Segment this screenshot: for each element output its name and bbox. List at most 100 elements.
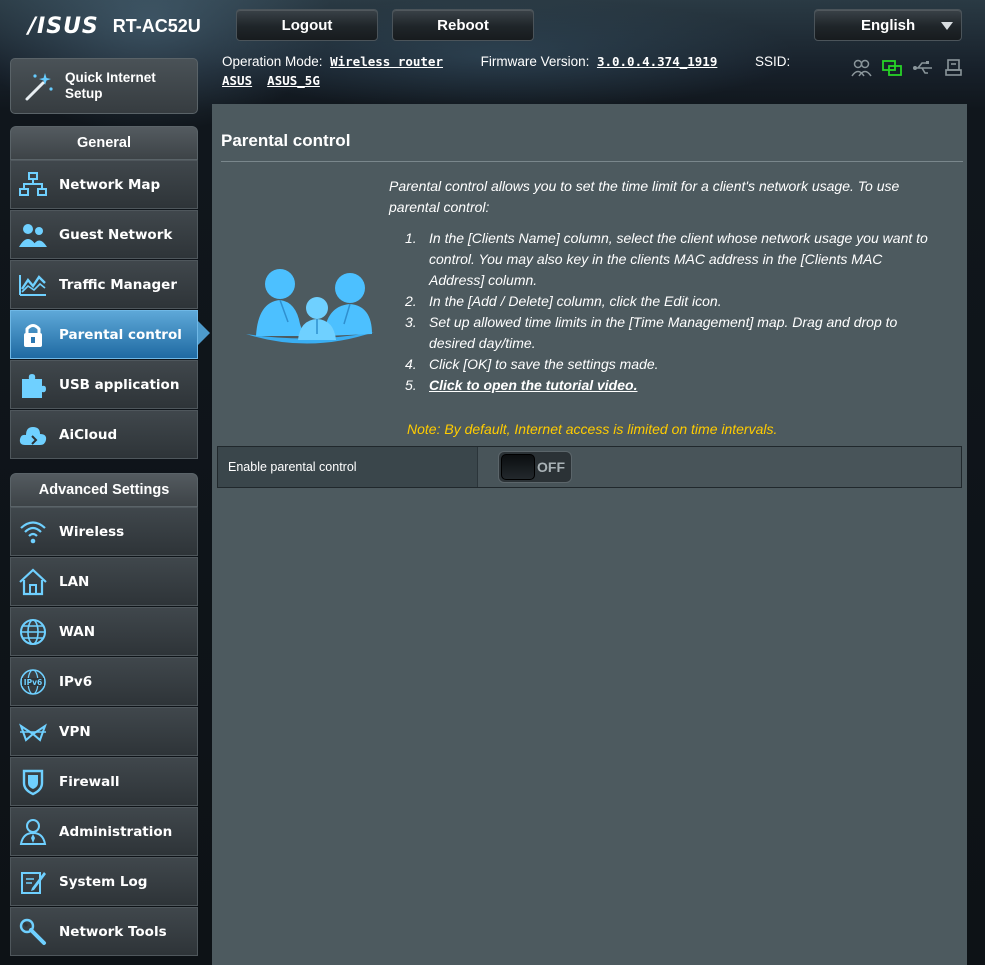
sidebar-item-vpn[interactable]: VPN xyxy=(10,707,198,756)
list-item: 1. In the [Clients Name] column, select t… xyxy=(389,228,939,291)
sidebar-item-lan[interactable]: LAN xyxy=(10,557,198,606)
firmware-link[interactable]: 3.0.0.4.374_1919 xyxy=(597,54,717,69)
logo: /ISUS RT-AC52U xyxy=(28,13,201,39)
step-text: In the [Clients Name] column, select the… xyxy=(429,230,928,288)
intro-text: Parental control allows you to set the t… xyxy=(389,178,900,215)
admin-icon xyxy=(16,815,50,849)
note-text: Note: By default, Internet access is lim… xyxy=(407,421,778,437)
log-icon xyxy=(16,865,50,899)
lock-icon xyxy=(16,318,50,352)
description: Parental control allows you to set the t… xyxy=(389,176,939,396)
sidebar-item-label: Network Map xyxy=(59,176,161,193)
enable-parental-control-label: Enable parental control xyxy=(218,447,478,487)
puzzle-icon xyxy=(16,368,50,402)
step-number: 1. xyxy=(405,230,417,246)
chevron-down-icon xyxy=(941,22,953,30)
traffic-manager-icon xyxy=(16,268,50,302)
sidebar-item-label: Wireless xyxy=(59,523,125,540)
sidebar-item-label: Guest Network xyxy=(59,226,173,243)
active-item-indicator xyxy=(198,321,210,345)
home-icon xyxy=(16,565,50,599)
enable-parental-control-row: Enable parental control OFF xyxy=(217,446,962,488)
status-bar: Operation Mode: Wireless router Firmware… xyxy=(222,52,842,90)
step-text: Click [OK] to save the settings made. xyxy=(429,356,659,372)
guest-network-icon xyxy=(16,218,50,252)
model-name: RT-AC52U xyxy=(112,15,201,36)
sidebar-item-firewall[interactable]: Firewall xyxy=(10,757,198,806)
parental-control-toggle[interactable]: OFF xyxy=(498,451,572,483)
quick-internet-setup-label: Quick Internet Setup xyxy=(65,70,156,101)
sidebar-item-label: LAN xyxy=(59,573,90,590)
list-item: 5. Click to open the tutorial video. xyxy=(389,375,939,396)
advanced-settings-section-header: Advanced Settings xyxy=(10,473,198,507)
sidebar-item-label: Parental control xyxy=(59,326,182,343)
network-map-icon xyxy=(16,168,50,202)
list-item: 4. Click [OK] to save the settings made. xyxy=(389,354,939,375)
sidebar-item-label: Network Tools xyxy=(59,923,167,940)
list-item: 3. Set up allowed time limits in the [Tim… xyxy=(389,312,939,354)
operation-mode-label: Operation Mode: xyxy=(222,54,323,69)
setting-value-cell: OFF xyxy=(478,447,961,487)
title-divider xyxy=(221,161,963,162)
toggle-knob xyxy=(501,454,535,480)
sidebar-item-label: Traffic Manager xyxy=(59,276,177,293)
sidebar-item-usb-application[interactable]: USB application xyxy=(10,360,198,409)
sidebar-item-traffic-manager[interactable]: Traffic Manager xyxy=(10,260,198,309)
svg-text:IPv6: IPv6 xyxy=(24,678,42,687)
ipv6-icon: IPv6 xyxy=(16,665,50,699)
sidebar-item-label: Administration xyxy=(59,823,173,840)
reboot-button[interactable]: Reboot xyxy=(392,9,534,41)
wifi-icon xyxy=(16,515,50,549)
page-title: Parental control xyxy=(221,131,351,150)
general-section-header: General xyxy=(10,126,198,160)
sidebar-item-ipv6[interactable]: IPv6 IPv6 xyxy=(10,657,198,706)
family-illustration xyxy=(246,269,374,344)
tools-icon xyxy=(16,915,50,949)
cloud-icon xyxy=(16,418,50,452)
logout-button[interactable]: Logout xyxy=(236,9,378,41)
sidebar-item-wireless[interactable]: Wireless xyxy=(10,507,198,556)
sidebar-item-label: VPN xyxy=(59,723,91,740)
firmware-label: Firmware Version: xyxy=(480,54,590,69)
step-number: 4. xyxy=(405,356,417,372)
status-icons xyxy=(850,58,965,78)
list-item: 2. In the [Add / Delete] column, click th… xyxy=(389,291,939,312)
globe-icon xyxy=(16,615,50,649)
steps-list: 1. In the [Clients Name] column, select t… xyxy=(389,228,939,396)
language-select[interactable]: English xyxy=(814,9,962,41)
operation-mode-link[interactable]: Wireless router xyxy=(330,54,443,69)
sidebar-item-label: System Log xyxy=(59,873,148,890)
sidebar-item-network-tools[interactable]: Network Tools xyxy=(10,907,198,956)
step-number: 5. xyxy=(405,377,417,393)
step-text: In the [Add / Delete] column, click the … xyxy=(429,293,722,309)
sidebar-item-parental-control[interactable]: Parental control xyxy=(10,310,198,359)
toggle-state: OFF xyxy=(537,459,565,475)
usb-icon[interactable] xyxy=(912,58,934,78)
step-number: 2. xyxy=(405,293,417,309)
quick-internet-setup-button[interactable]: Quick Internet Setup xyxy=(10,58,198,114)
sidebar-item-label: WAN xyxy=(59,623,96,640)
sidebar-item-label: Firewall xyxy=(59,773,120,790)
vpn-icon xyxy=(16,715,50,749)
shield-icon xyxy=(16,765,50,799)
tutorial-video-link[interactable]: Click to open the tutorial video. xyxy=(429,377,637,393)
step-text: Set up allowed time limits in the [Time … xyxy=(429,314,898,351)
sidebar-item-label: USB application xyxy=(59,376,180,393)
sidebar-item-label: IPv6 xyxy=(59,673,93,690)
sidebar-item-administration[interactable]: Administration xyxy=(10,807,198,856)
sidebar-item-aicloud[interactable]: AiCloud xyxy=(10,410,198,459)
printer-icon[interactable] xyxy=(943,58,965,78)
ssid-label: SSID: xyxy=(755,54,791,69)
main-content: Parental control Parental control allows… xyxy=(212,104,967,965)
ssid-link-2[interactable]: ASUS_5G xyxy=(267,73,320,88)
sidebar-item-guest-network[interactable]: Guest Network xyxy=(10,210,198,259)
brand-logo: /ISUS xyxy=(28,13,99,39)
sidebar-item-network-map[interactable]: Network Map xyxy=(10,160,198,209)
ssid-link-1[interactable]: ASUS xyxy=(222,73,252,88)
sidebar-item-label: AiCloud xyxy=(59,426,118,443)
sidebar-item-wan[interactable]: WAN xyxy=(10,607,198,656)
step-number: 3. xyxy=(405,314,417,330)
clients-icon[interactable] xyxy=(850,58,872,78)
network-status-icon[interactable] xyxy=(881,58,903,78)
sidebar-item-system-log[interactable]: System Log xyxy=(10,857,198,906)
